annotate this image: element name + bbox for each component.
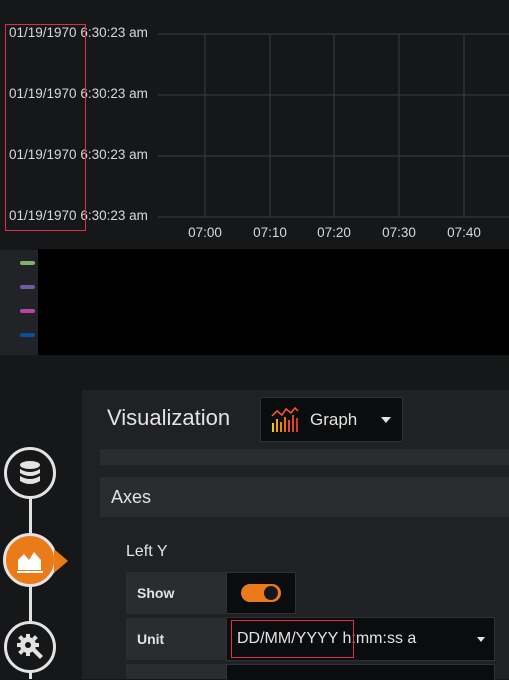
left-y-heading: Left Y	[126, 543, 168, 560]
visualization-label: Visualization	[107, 405, 231, 430]
queries-tab[interactable]	[4, 447, 56, 499]
show-label: Show	[126, 572, 226, 614]
unit-select[interactable]: DD/MM/YYYY h:mm:ss a	[226, 617, 495, 661]
x-axis-tick-label: 07:10	[253, 225, 287, 240]
axes-section-title: Axes	[111, 487, 152, 507]
graph-panel-icon	[271, 407, 299, 432]
next-option-field[interactable]	[226, 664, 495, 680]
active-tab-pointer	[54, 549, 68, 573]
graph-panel: 01/19/1970 6:30:23 am 01/19/1970 6:30:23…	[0, 0, 509, 250]
x-axis-tick-label: 07:30	[382, 225, 416, 240]
gear-icon	[17, 634, 43, 659]
legend-series-swatch[interactable]	[20, 333, 35, 337]
chart-icon	[17, 552, 43, 573]
x-axis-tick-label: 07:40	[447, 225, 481, 240]
legend-series-area	[38, 249, 509, 355]
unit-label-text: Unit	[137, 631, 165, 647]
show-label-text: Show	[137, 585, 175, 601]
chevron-down-icon	[381, 417, 391, 423]
visualization-tab[interactable]	[3, 533, 57, 587]
legend-series-swatch[interactable]	[20, 309, 35, 313]
rail-connector	[29, 498, 32, 534]
show-toggle-box	[226, 572, 296, 614]
visualization-picker[interactable]: Graph	[260, 397, 403, 442]
general-settings-tab[interactable]	[4, 621, 56, 673]
date-format-highlight	[231, 620, 354, 658]
unit-label: Unit	[126, 618, 226, 660]
chevron-down-icon	[477, 637, 485, 642]
section-divider	[100, 449, 509, 465]
legend-series-swatch[interactable]	[20, 261, 35, 265]
database-icon	[20, 461, 40, 484]
x-axis-tick-label: 07:20	[317, 225, 351, 240]
next-option-label	[126, 664, 226, 679]
rail-connector	[29, 672, 32, 679]
toggle-knob	[264, 586, 278, 600]
show-toggle[interactable]	[241, 584, 281, 602]
x-axis-tick-label: 07:00	[188, 225, 222, 240]
date-highlight-box	[5, 24, 86, 231]
axes-section-header[interactable]: Axes	[100, 477, 509, 517]
visualization-value: Graph	[310, 410, 358, 429]
rail-connector	[29, 586, 32, 622]
legend-series-swatch[interactable]	[20, 285, 35, 289]
